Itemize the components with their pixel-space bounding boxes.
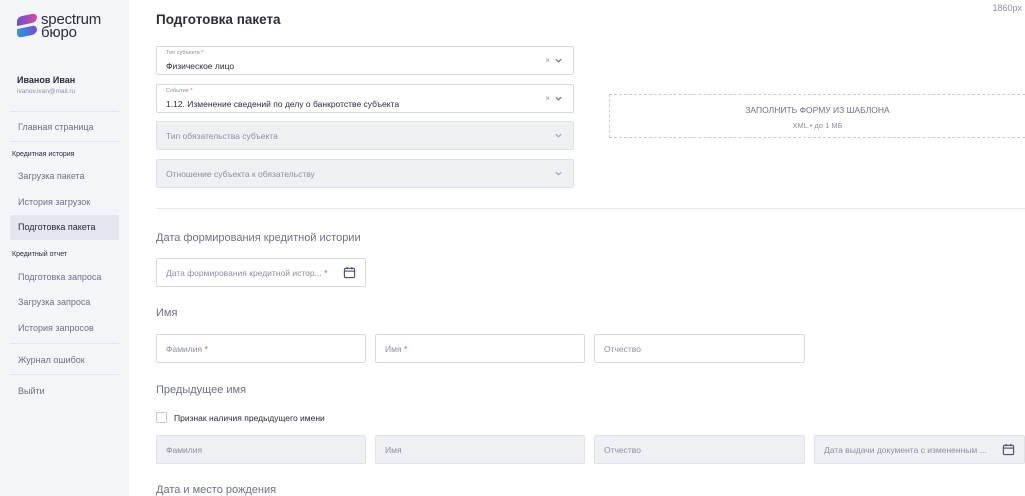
template-hint: XML • до 1 МБ [792, 121, 843, 130]
calendar-icon[interactable] [1002, 443, 1015, 456]
sidebar-item-home[interactable]: Главная страница [10, 115, 119, 140]
chevron-down-icon[interactable] [554, 94, 563, 103]
logo-mark-icon [17, 12, 37, 39]
width-label: 1860px [992, 3, 1022, 13]
chevron-down-icon[interactable] [554, 56, 563, 65]
chevron-down-icon[interactable] [554, 131, 563, 140]
history-date-placeholder: Дата формирования кредитной истор... [166, 268, 322, 278]
sidebar-group-credit-report: Кредитный отчет [12, 251, 68, 258]
subject-type-select[interactable]: Тип субъекта * Физическое лицо × [156, 46, 574, 75]
patronymic-field[interactable]: Отчество [594, 334, 805, 363]
event-select[interactable]: Событие * 1.12. Изменение сведений по де… [156, 84, 574, 113]
sidebar-divider [10, 111, 119, 112]
history-date-title: Дата формирования кредитной истории [156, 232, 361, 244]
template-dropzone[interactable]: ЗАПОЛНИТЬ ФОРМУ ИЗ ШАБЛОНА XML • до 1 МБ [609, 94, 1025, 138]
clear-icon[interactable]: × [545, 94, 550, 103]
first-name-placeholder: Имя [385, 344, 402, 354]
event-label: Событие [166, 88, 189, 94]
clear-icon[interactable]: × [545, 56, 550, 65]
subject-relation-placeholder: Отношение субъекта к обязательству [166, 169, 315, 179]
sidebar-item-upload-request[interactable]: Загрузка запроса [10, 290, 119, 315]
previous-patronymic-field[interactable]: Отчество [594, 435, 805, 464]
previous-surname-field[interactable]: Фамилия [156, 435, 366, 464]
first-name-field[interactable]: Имя * [375, 334, 585, 363]
birth-section-title: Дата и место рождения [156, 484, 277, 496]
logo[interactable]: spectrum бюро [17, 12, 101, 40]
sidebar-divider [10, 141, 119, 142]
previous-name-checkbox-label[interactable]: Признак наличия предыдущего имени [174, 413, 325, 423]
previous-first-name-field[interactable]: Имя [375, 435, 585, 464]
required-mark: * [324, 268, 328, 278]
sidebar-item-upload-history[interactable]: История загрузок [10, 190, 119, 215]
required-mark: * [403, 344, 408, 354]
name-section-title: Имя [156, 307, 178, 319]
page-title: Подготовка пакета [156, 12, 281, 27]
previous-first-name-placeholder: Имя [385, 445, 402, 455]
sidebar-item-request-history[interactable]: История запросов [10, 316, 119, 341]
sidebar-item-error-log[interactable]: Журнал ошибок [10, 348, 119, 373]
sidebar-divider [10, 374, 119, 375]
previous-name-checkbox[interactable] [156, 412, 167, 423]
obligation-type-placeholder: Тип обязательства субъекта [166, 131, 278, 141]
event-value: 1.12. Изменение сведений по делу о банкр… [166, 99, 400, 109]
required-mark: * [204, 344, 208, 354]
user-email: ivanov.ivan@mail.ru [17, 88, 76, 95]
required-mark: * [190, 88, 193, 94]
surname-placeholder: Фамилия [166, 344, 203, 354]
main-content: Подготовка пакета 1860px Тип субъекта * … [129, 0, 1025, 496]
surname-field[interactable]: Фамилия * [156, 334, 366, 363]
sidebar-item-upload-package[interactable]: Загрузка пакета [10, 164, 119, 189]
sidebar-item-prepare-request[interactable]: Подготовка запроса [10, 265, 119, 290]
sidebar-group-credit-history: Кредитная история [12, 151, 75, 158]
patronymic-placeholder: Отчество [604, 344, 641, 354]
subject-type-value: Физическое лицо [166, 61, 235, 71]
required-mark: * [201, 50, 204, 56]
sidebar-item-prepare-package[interactable]: Подготовка пакета [10, 215, 119, 240]
name-change-doc-date-field[interactable]: Дата выдачи документа с измененным ... [814, 435, 1025, 464]
sidebar: spectrum бюро Иванов Иван ivanov.ivan@ma… [0, 0, 129, 496]
sidebar-item-logout[interactable]: Выйти [10, 379, 119, 404]
previous-name-title: Предыдущее имя [156, 384, 247, 396]
history-date-field[interactable]: Дата формирования кредитной истор... * [156, 258, 366, 287]
sidebar-divider [10, 343, 119, 344]
section-divider [156, 208, 1025, 209]
previous-surname-placeholder: Фамилия [166, 445, 203, 455]
template-title: ЗАПОЛНИТЬ ФОРМУ ИЗ ШАБЛОНА [745, 105, 890, 115]
name-change-doc-date-placeholder: Дата выдачи документа с измененным ... [824, 445, 987, 455]
subject-type-label: Тип субъекта [166, 50, 200, 56]
calendar-icon[interactable] [343, 266, 356, 279]
chevron-down-icon[interactable] [554, 169, 563, 178]
subject-relation-select[interactable]: Отношение субъекта к обязательству [156, 159, 574, 188]
user-name: Иванов Иван [17, 75, 76, 85]
previous-patronymic-placeholder: Отчество [604, 445, 641, 455]
obligation-type-select[interactable]: Тип обязательства субъекта [156, 121, 574, 150]
